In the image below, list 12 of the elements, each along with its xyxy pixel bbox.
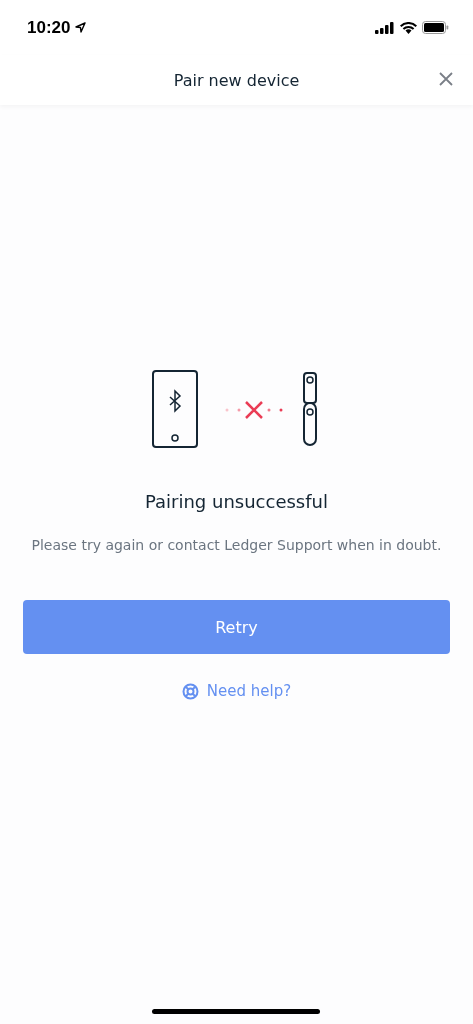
location-arrow-icon: [75, 22, 87, 33]
need-help-link[interactable]: Need help?: [181, 682, 292, 700]
close-button[interactable]: [439, 72, 453, 86]
signal-icon: [375, 21, 395, 34]
lifebuoy-icon: [181, 682, 199, 700]
wifi-icon: [400, 21, 417, 34]
result-title: Pairing unsuccessful: [145, 491, 328, 512]
header-title: Pair new device: [173, 70, 300, 90]
battery-icon: [422, 21, 449, 34]
status-time: 10:20: [27, 17, 71, 38]
result-message: Please try again or contact Ledger Support when in doubt.: [31, 536, 442, 555]
retry-button[interactable]: Retry: [23, 600, 450, 654]
